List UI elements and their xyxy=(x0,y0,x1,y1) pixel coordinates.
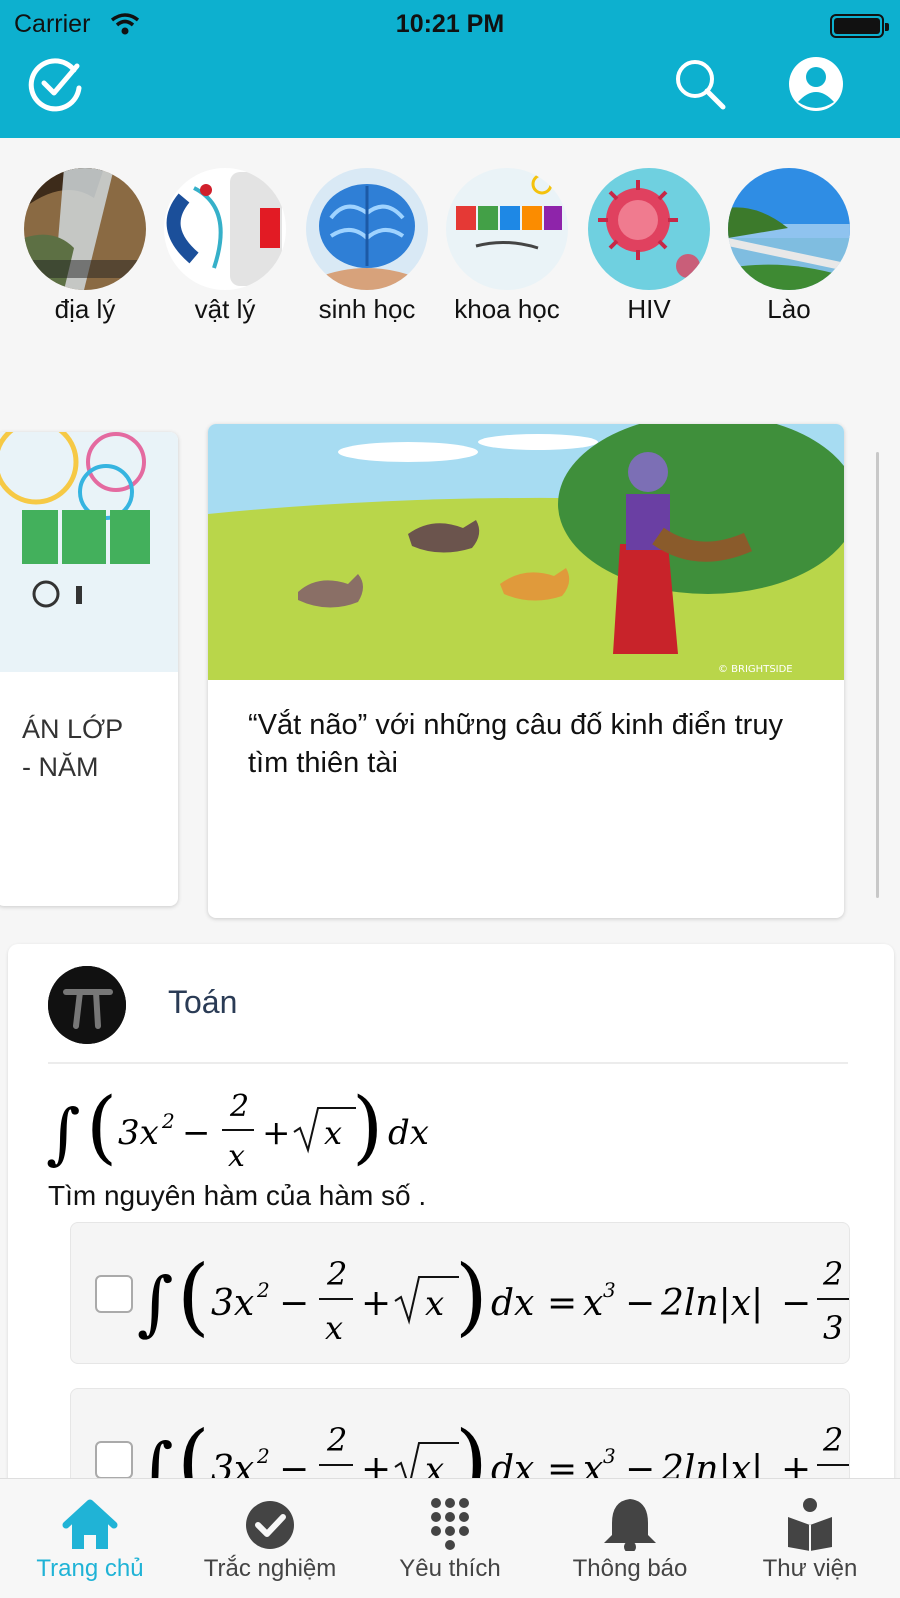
svg-text:x: x xyxy=(324,1114,342,1152)
tab-label: Thư viện xyxy=(762,1555,858,1582)
story-khoa-hoc[interactable]: khoa học xyxy=(442,168,572,325)
svg-text:© BRIGHTSIDE: © BRIGHTSIDE xyxy=(718,664,793,675)
tab-trac-nghiem[interactable]: Trắc nghiệm xyxy=(180,1479,360,1598)
svg-text:): ) xyxy=(455,1247,488,1345)
answer-formula: ∫ ( 3x 2 − 2 x + x ) dx = x 3 − 2ln|x| −… xyxy=(137,1247,849,1347)
svg-text:2ln|x|: 2ln|x| xyxy=(660,1283,763,1324)
story-label: sinh học xyxy=(318,294,416,324)
svg-text:2: 2 xyxy=(822,1421,843,1459)
article-title-partial: ÁN LỚP - NĂM xyxy=(22,714,124,782)
search-icon[interactable] xyxy=(672,56,728,112)
question-text: Tìm nguyên hàm của hàm số . xyxy=(48,1180,427,1211)
svg-text:+: + xyxy=(262,1113,291,1153)
tab-label: Trang chủ xyxy=(36,1555,144,1582)
article-title: “Vắt não” với những câu đố kinh điển tru… xyxy=(248,709,783,779)
divider xyxy=(48,1062,848,1064)
article-thumbnail xyxy=(0,432,178,672)
story-lao[interactable]: Lào xyxy=(724,168,854,325)
svg-text:3: 3 xyxy=(603,1444,616,1468)
svg-text:2: 2 xyxy=(822,1255,843,1293)
svg-text:x: x xyxy=(228,1139,245,1174)
library-icon xyxy=(788,1498,832,1551)
svg-text:2: 2 xyxy=(326,1421,347,1459)
svg-text:2: 2 xyxy=(161,1109,175,1133)
svg-text:∫: ∫ xyxy=(46,1095,80,1172)
answer-checkbox[interactable] xyxy=(95,1441,133,1479)
story-hiv[interactable]: HIV xyxy=(584,168,714,325)
svg-text:x: x xyxy=(425,1284,444,1324)
topic-stories: địa lý vật lý sinh học khoa học HIV Lào xyxy=(20,168,900,328)
tab-thong-bao[interactable]: Thông báo xyxy=(540,1479,720,1598)
subject-avatar xyxy=(48,966,126,1044)
svg-text:x: x xyxy=(583,1283,603,1324)
svg-text:2: 2 xyxy=(326,1255,347,1293)
check-circle-icon[interactable] xyxy=(28,56,84,112)
svg-text:−: − xyxy=(182,1113,211,1153)
svg-text:−: − xyxy=(781,1283,811,1324)
check-circle-icon xyxy=(246,1501,294,1549)
bell-icon xyxy=(604,1499,656,1551)
virus-image xyxy=(588,168,710,290)
svg-text:=: = xyxy=(547,1283,577,1324)
bridge-landscape-image xyxy=(728,168,850,290)
svg-text:dx: dx xyxy=(491,1283,534,1324)
status-bar: Carrier 10:21 PM xyxy=(0,6,900,46)
answer-checkbox[interactable] xyxy=(95,1275,133,1313)
article-card-partial[interactable]: ÁN LỚP - NĂM xyxy=(0,432,178,906)
svg-text:2: 2 xyxy=(256,1444,270,1468)
story-dia-ly[interactable]: địa lý xyxy=(20,168,150,325)
bottom-tab-bar: Trang chủ Trắc nghiệm Yêu thích Thông bá… xyxy=(0,1478,900,1598)
svg-text:−: − xyxy=(279,1283,309,1324)
story-label: khoa học xyxy=(454,294,560,324)
svg-text:3: 3 xyxy=(823,1309,843,1347)
account-icon[interactable] xyxy=(788,56,844,112)
brain-image xyxy=(306,168,428,290)
story-label: HIV xyxy=(627,294,671,324)
physics-image xyxy=(164,168,286,290)
svg-text:(: ( xyxy=(177,1247,210,1345)
top-bar: Carrier 10:21 PM xyxy=(0,0,900,138)
tab-label: Trắc nghiệm xyxy=(203,1555,337,1582)
answer-option[interactable]: ∫ ( 3x 2 − 2 x + x ) dx = x 3 − 2ln|x| −… xyxy=(70,1222,850,1364)
tab-thu-vien[interactable]: Thư viện xyxy=(720,1479,900,1598)
svg-text:3x: 3x xyxy=(211,1283,254,1324)
svg-text:): ) xyxy=(352,1080,383,1173)
svg-text:(: ( xyxy=(86,1080,117,1173)
story-label: vật lý xyxy=(194,294,256,324)
question-formula: ∫ ( 3x 2 − 2 x + x ) dx xyxy=(46,1080,429,1174)
story-label: địa lý xyxy=(54,294,116,324)
subject-name: Toán xyxy=(168,984,238,1020)
svg-text:2: 2 xyxy=(256,1278,270,1302)
clock: 10:21 PM xyxy=(395,10,505,38)
story-label: Lào xyxy=(767,294,811,324)
svg-text:3x: 3x xyxy=(118,1113,159,1153)
svg-text:dx: dx xyxy=(388,1113,429,1153)
geography-image xyxy=(24,168,146,290)
tab-label: Yêu thích xyxy=(399,1555,501,1582)
svg-text:∫: ∫ xyxy=(137,1262,173,1344)
keypad-icon xyxy=(431,1498,469,1550)
svg-text:2: 2 xyxy=(229,1089,249,1124)
article-card[interactable]: © BRIGHTSIDE “Vắt não” với những câu đố … xyxy=(208,424,844,918)
battery-icon xyxy=(830,14,889,38)
svg-text:+: + xyxy=(361,1283,391,1324)
stem-logo-image xyxy=(446,168,568,290)
svg-text:3: 3 xyxy=(603,1278,616,1302)
carousel-scroll-indicator xyxy=(876,452,879,898)
svg-text:x: x xyxy=(325,1309,343,1347)
home-icon xyxy=(62,1499,118,1549)
tab-trang-chu[interactable]: Trang chủ xyxy=(0,1479,180,1598)
tab-label: Thông báo xyxy=(572,1555,688,1582)
article-thumbnail: © BRIGHTSIDE xyxy=(208,424,844,680)
story-sinh-hoc[interactable]: sinh học xyxy=(302,168,432,325)
story-vat-ly[interactable]: vật lý xyxy=(160,168,290,325)
tab-yeu-thich[interactable]: Yêu thích xyxy=(360,1479,540,1598)
svg-text:−: − xyxy=(625,1283,655,1324)
